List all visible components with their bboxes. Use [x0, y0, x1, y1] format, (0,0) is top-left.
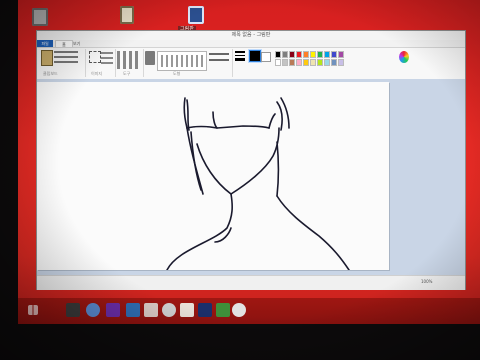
- sketch-stroke: [186, 125, 270, 129]
- status-zoom: 100%: [421, 279, 433, 284]
- status-bar: 100%: [37, 275, 465, 290]
- ribbon-divider: [115, 49, 116, 77]
- crop-button[interactable]: [101, 52, 113, 54]
- palette-swatch[interactable]: [317, 51, 323, 58]
- taskbar-app-icon[interactable]: [198, 303, 212, 317]
- taskbar-app-icon[interactable]: [86, 303, 100, 317]
- palette-swatch[interactable]: [324, 59, 330, 66]
- window-title: 제목 없음 - 그림판: [37, 31, 465, 40]
- fill-dropdown[interactable]: [209, 59, 229, 61]
- group-clipboard-label: 클립보드: [43, 71, 58, 76]
- edit-colors-icon[interactable]: [399, 51, 409, 63]
- color2-selector[interactable]: [261, 52, 271, 62]
- palette-swatch[interactable]: [324, 51, 330, 58]
- group-tools-label: 도구: [123, 71, 131, 76]
- taskbar-app-icon[interactable]: [162, 303, 176, 317]
- paint-window: 제목 없음 - 그림판 파일 홈 보기 클립보드 이미지 도구 도형 100%: [36, 30, 466, 290]
- palette-swatch[interactable]: [338, 51, 344, 58]
- group-image-label: 이미지: [91, 71, 103, 76]
- recycle-bin-icon[interactable]: [32, 8, 48, 26]
- palette-swatch[interactable]: [282, 59, 288, 66]
- ribbon-divider: [85, 49, 86, 77]
- tools-grid[interactable]: [117, 51, 141, 69]
- brush-button[interactable]: [145, 51, 155, 65]
- copy-button[interactable]: [54, 56, 78, 58]
- sketch-stroke: [196, 143, 232, 195]
- sketch-stroke: [276, 101, 283, 131]
- sketch-stroke: [166, 193, 233, 271]
- paste-button[interactable]: [41, 50, 53, 66]
- palette-swatch[interactable]: [275, 51, 281, 58]
- sketch-stroke: [268, 113, 276, 129]
- sketch-stroke: [276, 195, 350, 271]
- group-shapes-label: 도형: [173, 71, 181, 76]
- sketch-drawing: [166, 97, 350, 271]
- photo-scene: 그림판 제목 없음 - 그림판 파일 홈 보기 클립보드 이미지 도구 도형 1…: [0, 0, 480, 360]
- sketch-stroke: [212, 111, 218, 129]
- palette-swatch[interactable]: [303, 51, 309, 58]
- shapes-gallery[interactable]: [157, 51, 207, 71]
- rotate-button[interactable]: [101, 62, 113, 64]
- taskbar-app-icon[interactable]: [66, 303, 80, 317]
- palette-swatch[interactable]: [310, 51, 316, 58]
- palette-swatch[interactable]: [338, 59, 344, 66]
- ribbon-divider: [143, 49, 144, 77]
- tab-file[interactable]: 파일: [37, 40, 53, 47]
- canvas-area: [37, 79, 465, 275]
- paste-special-button[interactable]: [54, 61, 78, 63]
- color-palette: [275, 51, 395, 69]
- paint-shortcut-icon[interactable]: [188, 6, 204, 24]
- sketch-stroke: [276, 141, 280, 197]
- tab-view[interactable]: 보기: [73, 40, 85, 47]
- taskbar-app-icon[interactable]: [106, 303, 120, 317]
- outline-dropdown[interactable]: [209, 53, 229, 55]
- drawing-canvas[interactable]: [37, 82, 389, 271]
- palette-swatch[interactable]: [282, 51, 288, 58]
- taskbar: [18, 298, 480, 324]
- size-button[interactable]: [235, 51, 245, 65]
- sketch-stroke: [186, 99, 190, 131]
- taskbar-app-icon[interactable]: [232, 303, 246, 317]
- library-icon[interactable]: [120, 6, 134, 24]
- taskbar-paint-icon[interactable]: [144, 303, 158, 317]
- cut-button[interactable]: [54, 51, 78, 53]
- palette-swatch[interactable]: [296, 59, 302, 66]
- taskbar-app-icon[interactable]: [216, 303, 230, 317]
- ribbon-divider: [232, 49, 233, 77]
- taskbar-app-icon[interactable]: [180, 303, 194, 317]
- palette-swatch[interactable]: [331, 59, 337, 66]
- resize-button[interactable]: [101, 57, 113, 59]
- taskbar-app-icon[interactable]: [126, 303, 140, 317]
- start-button-icon[interactable]: [28, 305, 38, 315]
- palette-swatch[interactable]: [289, 59, 295, 66]
- palette-swatch[interactable]: [317, 59, 323, 66]
- sketch-stroke: [230, 127, 280, 195]
- palette-swatch[interactable]: [331, 51, 337, 58]
- palette-swatch[interactable]: [275, 59, 281, 66]
- color1-selector[interactable]: [248, 49, 262, 63]
- palette-swatch[interactable]: [310, 59, 316, 66]
- palette-swatch[interactable]: [289, 51, 295, 58]
- palette-swatch[interactable]: [296, 51, 302, 58]
- palette-swatch[interactable]: [303, 59, 309, 66]
- select-button[interactable]: [89, 51, 101, 63]
